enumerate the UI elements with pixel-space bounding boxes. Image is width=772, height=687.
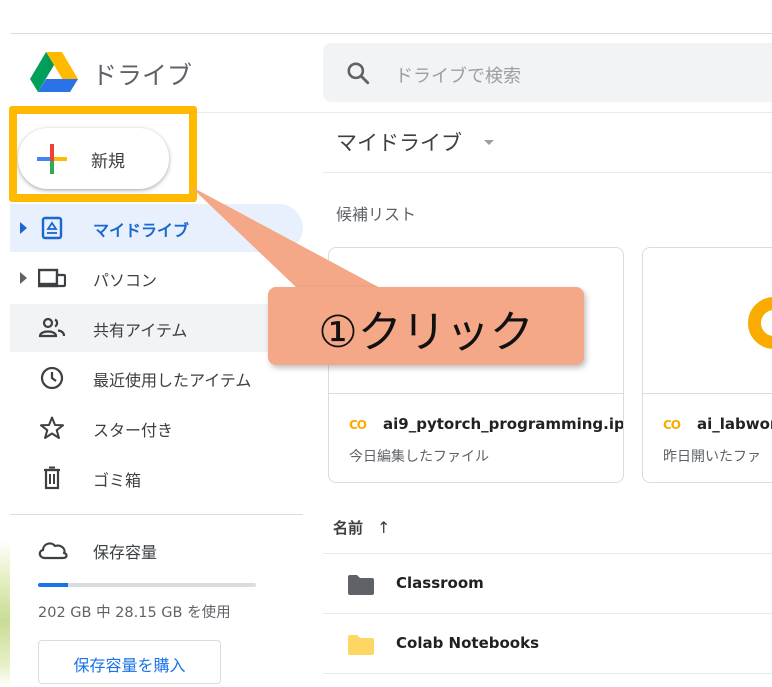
callout-text: ①クリック (318, 307, 534, 358)
callout-box: ①クリック (268, 287, 584, 365)
